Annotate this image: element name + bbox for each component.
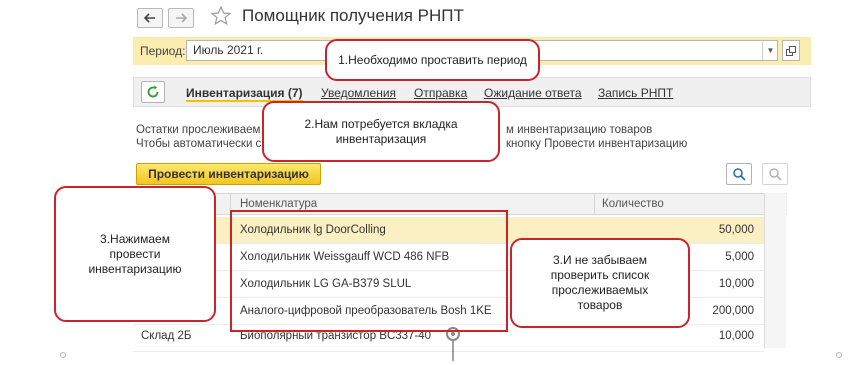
search-button[interactable] (726, 163, 752, 185)
favorite-star-icon[interactable] (210, 5, 232, 30)
open-window-icon (786, 45, 796, 56)
tab-record-rnpt[interactable]: Запись РНПТ (598, 86, 673, 100)
column-separator (594, 193, 595, 215)
column-header-qty[interactable]: Количество (602, 198, 664, 210)
row-warehouse: Склад 2Б (141, 330, 192, 342)
row-qty: 200,000 (712, 305, 754, 317)
callout-tab: 2.Нам потребуется вкладка инвентаризация (262, 101, 500, 162)
decorative-dot (60, 352, 66, 358)
refresh-icon (147, 85, 159, 98)
page-title: Помощник получения РНПТ (242, 6, 464, 25)
decorative-dot (836, 352, 842, 358)
tab-sending[interactable]: Отправка (414, 86, 467, 100)
arrow-right-icon (176, 13, 187, 23)
info-line2-start: Чтобы автоматически с (136, 138, 262, 150)
row-qty: 10,000 (718, 278, 754, 290)
tab-awaiting-response[interactable]: Ожидание ответа (484, 86, 582, 100)
callout-list: 3.И не забываем проверить список прослеж… (510, 238, 690, 328)
refresh-button[interactable] (141, 81, 165, 103)
arrow-left-icon (144, 13, 155, 23)
info-line1-start: Остатки прослеживаем (136, 124, 261, 136)
info-line1-end: м инвентаризацию товаров (506, 124, 653, 136)
period-label: Период: (140, 44, 186, 58)
column-header-item[interactable]: Номенклатура (240, 198, 317, 210)
tab-notifications[interactable]: Уведомления (321, 86, 396, 100)
callout-button: 3.Нажимаем провести инвентаризацию (54, 186, 216, 322)
forward-button[interactable] (168, 8, 194, 28)
row-qty: 5,000 (725, 251, 754, 263)
tab-inventory[interactable]: Инвентаризация (7) (186, 86, 303, 102)
back-button[interactable] (137, 8, 163, 28)
chevron-down-icon[interactable]: ▼ (762, 41, 778, 60)
clear-search-button[interactable] (762, 163, 788, 185)
info-line2-end: кнопку Провести инвентаризацию (506, 138, 688, 150)
callout-period: 1.Необходимо проставить период (325, 39, 540, 81)
scrollbar[interactable] (764, 193, 786, 348)
run-inventory-button[interactable]: Провести инвентаризацию (136, 163, 321, 185)
row-qty: 10,000 (718, 330, 754, 342)
open-period-button[interactable] (782, 40, 800, 61)
search-icon (733, 168, 746, 181)
highlight-box (230, 210, 508, 332)
row-qty: 50,000 (718, 224, 754, 236)
search-clear-icon (769, 168, 782, 181)
